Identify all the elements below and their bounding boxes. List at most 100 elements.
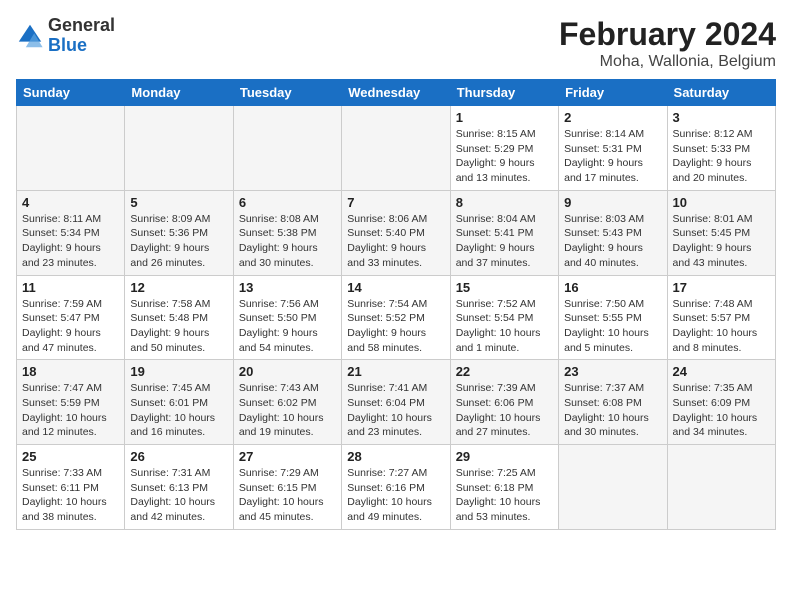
calendar-week-row: 25 Sunrise: 7:33 AM Sunset: 6:11 PM Dayli… bbox=[17, 445, 776, 530]
calendar-day-cell bbox=[342, 106, 450, 191]
day-number: 25 bbox=[22, 449, 119, 464]
logo-text: General Blue bbox=[48, 16, 115, 56]
day-info: Sunrise: 8:01 AM Sunset: 5:45 PM Dayligh… bbox=[673, 212, 770, 271]
day-info: Sunrise: 8:15 AM Sunset: 5:29 PM Dayligh… bbox=[456, 127, 553, 186]
page-title: February 2024 bbox=[559, 16, 776, 53]
calendar-day-cell: 3 Sunrise: 8:12 AM Sunset: 5:33 PM Daylig… bbox=[667, 106, 775, 191]
calendar-day-cell: 10 Sunrise: 8:01 AM Sunset: 5:45 PM Dayli… bbox=[667, 190, 775, 275]
day-info: Sunrise: 7:27 AM Sunset: 6:16 PM Dayligh… bbox=[347, 466, 444, 525]
day-number: 14 bbox=[347, 280, 444, 295]
calendar-day-cell: 7 Sunrise: 8:06 AM Sunset: 5:40 PM Daylig… bbox=[342, 190, 450, 275]
day-info: Sunrise: 7:58 AM Sunset: 5:48 PM Dayligh… bbox=[130, 297, 227, 356]
calendar-day-cell: 14 Sunrise: 7:54 AM Sunset: 5:52 PM Dayli… bbox=[342, 275, 450, 360]
day-info: Sunrise: 8:14 AM Sunset: 5:31 PM Dayligh… bbox=[564, 127, 661, 186]
calendar-day-cell: 26 Sunrise: 7:31 AM Sunset: 6:13 PM Dayli… bbox=[125, 445, 233, 530]
day-number: 28 bbox=[347, 449, 444, 464]
day-number: 11 bbox=[22, 280, 119, 295]
calendar-day-cell: 20 Sunrise: 7:43 AM Sunset: 6:02 PM Dayli… bbox=[233, 360, 341, 445]
day-of-week-header: Tuesday bbox=[233, 80, 341, 106]
day-info: Sunrise: 7:31 AM Sunset: 6:13 PM Dayligh… bbox=[130, 466, 227, 525]
day-number: 3 bbox=[673, 110, 770, 125]
day-info: Sunrise: 8:04 AM Sunset: 5:41 PM Dayligh… bbox=[456, 212, 553, 271]
day-number: 8 bbox=[456, 195, 553, 210]
day-info: Sunrise: 8:06 AM Sunset: 5:40 PM Dayligh… bbox=[347, 212, 444, 271]
page-header: General Blue February 2024 Moha, Walloni… bbox=[16, 16, 776, 71]
day-info: Sunrise: 7:25 AM Sunset: 6:18 PM Dayligh… bbox=[456, 466, 553, 525]
day-info: Sunrise: 7:59 AM Sunset: 5:47 PM Dayligh… bbox=[22, 297, 119, 356]
calendar-day-cell: 23Sunrise: 7:37 AM Sunset: 6:08 PM Dayli… bbox=[559, 360, 667, 445]
calendar-day-cell bbox=[667, 445, 775, 530]
day-number: 24 bbox=[673, 364, 770, 379]
day-of-week-header: Friday bbox=[559, 80, 667, 106]
calendar-day-cell: 27Sunrise: 7:29 AM Sunset: 6:15 PM Dayli… bbox=[233, 445, 341, 530]
calendar-day-cell: 13 Sunrise: 7:56 AM Sunset: 5:50 PM Dayli… bbox=[233, 275, 341, 360]
day-info: Sunrise: 7:33 AM Sunset: 6:11 PM Dayligh… bbox=[22, 466, 119, 525]
calendar-day-cell: 17 Sunrise: 7:48 AM Sunset: 5:57 PM Dayli… bbox=[667, 275, 775, 360]
day-info: Sunrise: 7:37 AM Sunset: 6:08 PM Dayligh… bbox=[564, 381, 661, 440]
day-of-week-header: Wednesday bbox=[342, 80, 450, 106]
calendar-day-cell: 25 Sunrise: 7:33 AM Sunset: 6:11 PM Dayli… bbox=[17, 445, 125, 530]
logo: General Blue bbox=[16, 16, 115, 56]
calendar-day-cell bbox=[559, 445, 667, 530]
day-of-week-header: Saturday bbox=[667, 80, 775, 106]
calendar-day-cell: 2 Sunrise: 8:14 AM Sunset: 5:31 PM Daylig… bbox=[559, 106, 667, 191]
calendar-day-cell: 5 Sunrise: 8:09 AM Sunset: 5:36 PM Daylig… bbox=[125, 190, 233, 275]
day-number: 10 bbox=[673, 195, 770, 210]
day-of-week-header: Thursday bbox=[450, 80, 558, 106]
day-number: 2 bbox=[564, 110, 661, 125]
calendar-day-cell: 28 Sunrise: 7:27 AM Sunset: 6:16 PM Dayli… bbox=[342, 445, 450, 530]
title-block: February 2024 Moha, Wallonia, Belgium bbox=[559, 16, 776, 71]
day-info: Sunrise: 8:08 AM Sunset: 5:38 PM Dayligh… bbox=[239, 212, 336, 271]
day-number: 9 bbox=[564, 195, 661, 210]
day-info: Sunrise: 7:54 AM Sunset: 5:52 PM Dayligh… bbox=[347, 297, 444, 356]
day-number: 20 bbox=[239, 364, 336, 379]
day-info: Sunrise: 7:56 AM Sunset: 5:50 PM Dayligh… bbox=[239, 297, 336, 356]
calendar-header-row: SundayMondayTuesdayWednesdayThursdayFrid… bbox=[17, 80, 776, 106]
day-info: Sunrise: 7:45 AM Sunset: 6:01 PM Dayligh… bbox=[130, 381, 227, 440]
calendar-day-cell: 16Sunrise: 7:50 AM Sunset: 5:55 PM Dayli… bbox=[559, 275, 667, 360]
day-number: 27 bbox=[239, 449, 336, 464]
day-info: Sunrise: 8:11 AM Sunset: 5:34 PM Dayligh… bbox=[22, 212, 119, 271]
day-of-week-header: Monday bbox=[125, 80, 233, 106]
calendar-day-cell: 29 Sunrise: 7:25 AM Sunset: 6:18 PM Dayli… bbox=[450, 445, 558, 530]
calendar-day-cell: 15 Sunrise: 7:52 AM Sunset: 5:54 PM Dayli… bbox=[450, 275, 558, 360]
day-info: Sunrise: 7:47 AM Sunset: 5:59 PM Dayligh… bbox=[22, 381, 119, 440]
day-info: Sunrise: 7:48 AM Sunset: 5:57 PM Dayligh… bbox=[673, 297, 770, 356]
day-info: Sunrise: 7:41 AM Sunset: 6:04 PM Dayligh… bbox=[347, 381, 444, 440]
day-number: 6 bbox=[239, 195, 336, 210]
day-info: Sunrise: 7:43 AM Sunset: 6:02 PM Dayligh… bbox=[239, 381, 336, 440]
day-info: Sunrise: 8:03 AM Sunset: 5:43 PM Dayligh… bbox=[564, 212, 661, 271]
calendar-week-row: 11 Sunrise: 7:59 AM Sunset: 5:47 PM Dayli… bbox=[17, 275, 776, 360]
day-of-week-header: Sunday bbox=[17, 80, 125, 106]
calendar-day-cell bbox=[233, 106, 341, 191]
day-number: 26 bbox=[130, 449, 227, 464]
day-number: 7 bbox=[347, 195, 444, 210]
calendar-day-cell bbox=[17, 106, 125, 191]
day-number: 15 bbox=[456, 280, 553, 295]
day-info: Sunrise: 8:09 AM Sunset: 5:36 PM Dayligh… bbox=[130, 212, 227, 271]
logo-icon bbox=[16, 22, 44, 50]
day-number: 21 bbox=[347, 364, 444, 379]
calendar-day-cell: 11 Sunrise: 7:59 AM Sunset: 5:47 PM Dayli… bbox=[17, 275, 125, 360]
day-info: Sunrise: 7:52 AM Sunset: 5:54 PM Dayligh… bbox=[456, 297, 553, 356]
day-number: 17 bbox=[673, 280, 770, 295]
calendar-day-cell: 6 Sunrise: 8:08 AM Sunset: 5:38 PM Daylig… bbox=[233, 190, 341, 275]
calendar-day-cell: 8 Sunrise: 8:04 AM Sunset: 5:41 PM Daylig… bbox=[450, 190, 558, 275]
day-number: 19 bbox=[130, 364, 227, 379]
day-number: 1 bbox=[456, 110, 553, 125]
calendar-day-cell: 4 Sunrise: 8:11 AM Sunset: 5:34 PM Daylig… bbox=[17, 190, 125, 275]
day-info: Sunrise: 8:12 AM Sunset: 5:33 PM Dayligh… bbox=[673, 127, 770, 186]
day-info: Sunrise: 7:50 AM Sunset: 5:55 PM Dayligh… bbox=[564, 297, 661, 356]
day-number: 5 bbox=[130, 195, 227, 210]
day-number: 13 bbox=[239, 280, 336, 295]
calendar-day-cell: 19 Sunrise: 7:45 AM Sunset: 6:01 PM Dayli… bbox=[125, 360, 233, 445]
day-info: Sunrise: 7:39 AM Sunset: 6:06 PM Dayligh… bbox=[456, 381, 553, 440]
calendar-table: SundayMondayTuesdayWednesdayThursdayFrid… bbox=[16, 79, 776, 530]
calendar-day-cell: 18 Sunrise: 7:47 AM Sunset: 5:59 PM Dayli… bbox=[17, 360, 125, 445]
day-number: 18 bbox=[22, 364, 119, 379]
day-number: 29 bbox=[456, 449, 553, 464]
calendar-day-cell: 1 Sunrise: 8:15 AM Sunset: 5:29 PM Daylig… bbox=[450, 106, 558, 191]
day-number: 4 bbox=[22, 195, 119, 210]
calendar-day-cell: 12Sunrise: 7:58 AM Sunset: 5:48 PM Dayli… bbox=[125, 275, 233, 360]
day-info: Sunrise: 7:35 AM Sunset: 6:09 PM Dayligh… bbox=[673, 381, 770, 440]
